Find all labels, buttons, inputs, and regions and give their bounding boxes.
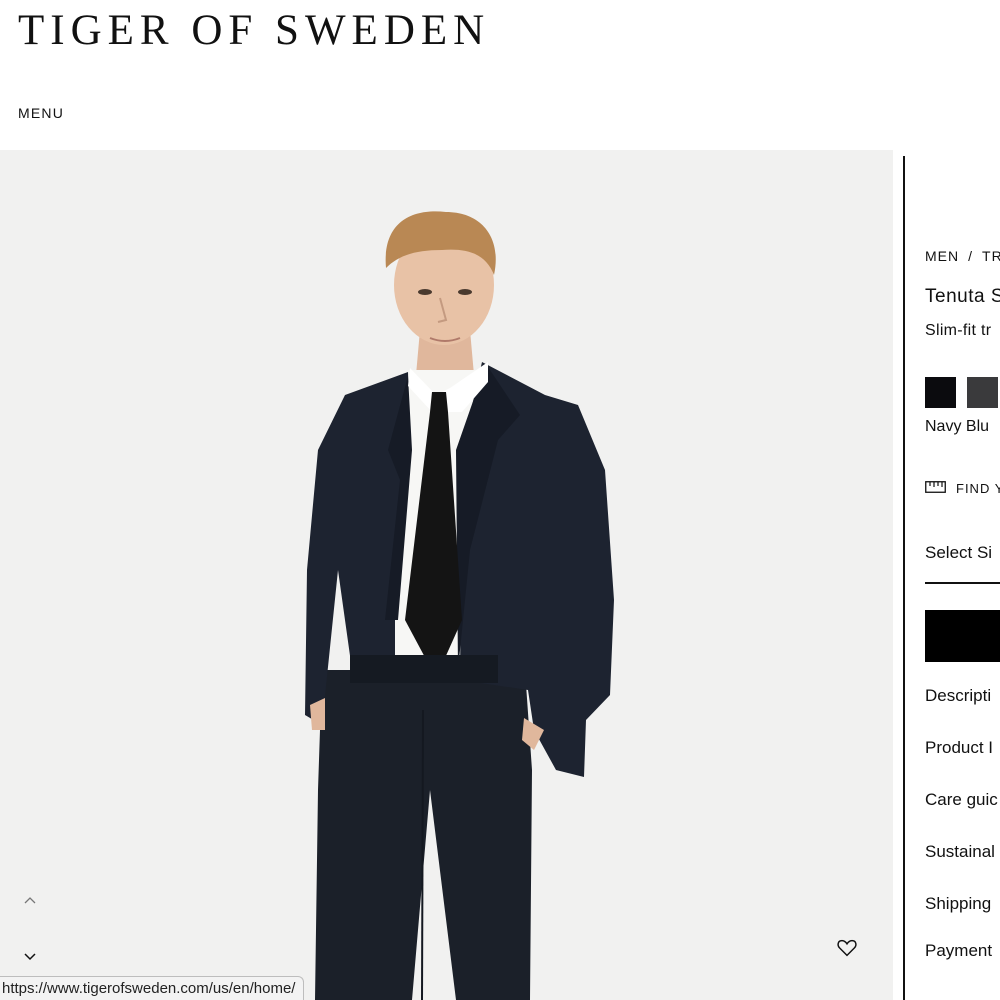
product-subtitle: Slim-fit tr — [925, 322, 992, 339]
breadcrumb-separator: / — [968, 248, 974, 264]
brand-logo[interactable]: TIGER OF SWEDEN — [18, 6, 490, 55]
find-fit-label: FIND Y — [956, 481, 1000, 496]
accordion-shipping[interactable]: Shipping — [925, 894, 991, 914]
heart-icon[interactable] — [836, 937, 858, 959]
accordion-care-guide[interactable]: Care guic — [925, 790, 998, 810]
chevron-up-icon[interactable] — [20, 891, 40, 911]
status-bar-url: https://www.tigerofsweden.com/us/en/home… — [0, 976, 305, 1000]
color-swatch-grey[interactable] — [967, 377, 998, 408]
product-gallery: https://www.tigerofsweden.com/us/en/home… — [0, 150, 893, 1000]
breadcrumb-item-category[interactable]: TR — [982, 248, 1000, 264]
accordion-sustainability[interactable]: Sustainal — [925, 842, 995, 862]
selected-color-label: Navy Blu — [925, 418, 990, 435]
chevron-down-icon[interactable] — [20, 946, 40, 966]
find-fit-link[interactable]: FIND Y — [925, 481, 1000, 496]
add-to-bag-button[interactable] — [925, 610, 1000, 662]
breadcrumb-item-men[interactable]: MEN — [925, 248, 959, 264]
accordion-description[interactable]: Descripti — [925, 686, 991, 706]
breadcrumb: MEN / TR — [925, 248, 1000, 264]
ruler-icon — [925, 481, 956, 496]
product-title: Tenuta S — [925, 286, 1000, 307]
product-photo — [0, 150, 893, 1000]
size-select-underline — [925, 582, 1000, 584]
menu-button[interactable]: MENU — [18, 105, 64, 121]
accordion-product-info[interactable]: Product I — [925, 738, 993, 758]
select-size-dropdown[interactable]: Select Si — [925, 543, 992, 563]
color-swatch-black[interactable] — [925, 377, 956, 408]
product-info-panel: MEN / TR Tenuta S Slim-fit tr Navy Blu FIN… — [905, 150, 1000, 1000]
site-header: TIGER OF SWEDEN MENU — [0, 0, 1000, 150]
accordion-payment[interactable]: Payment — [925, 941, 992, 961]
